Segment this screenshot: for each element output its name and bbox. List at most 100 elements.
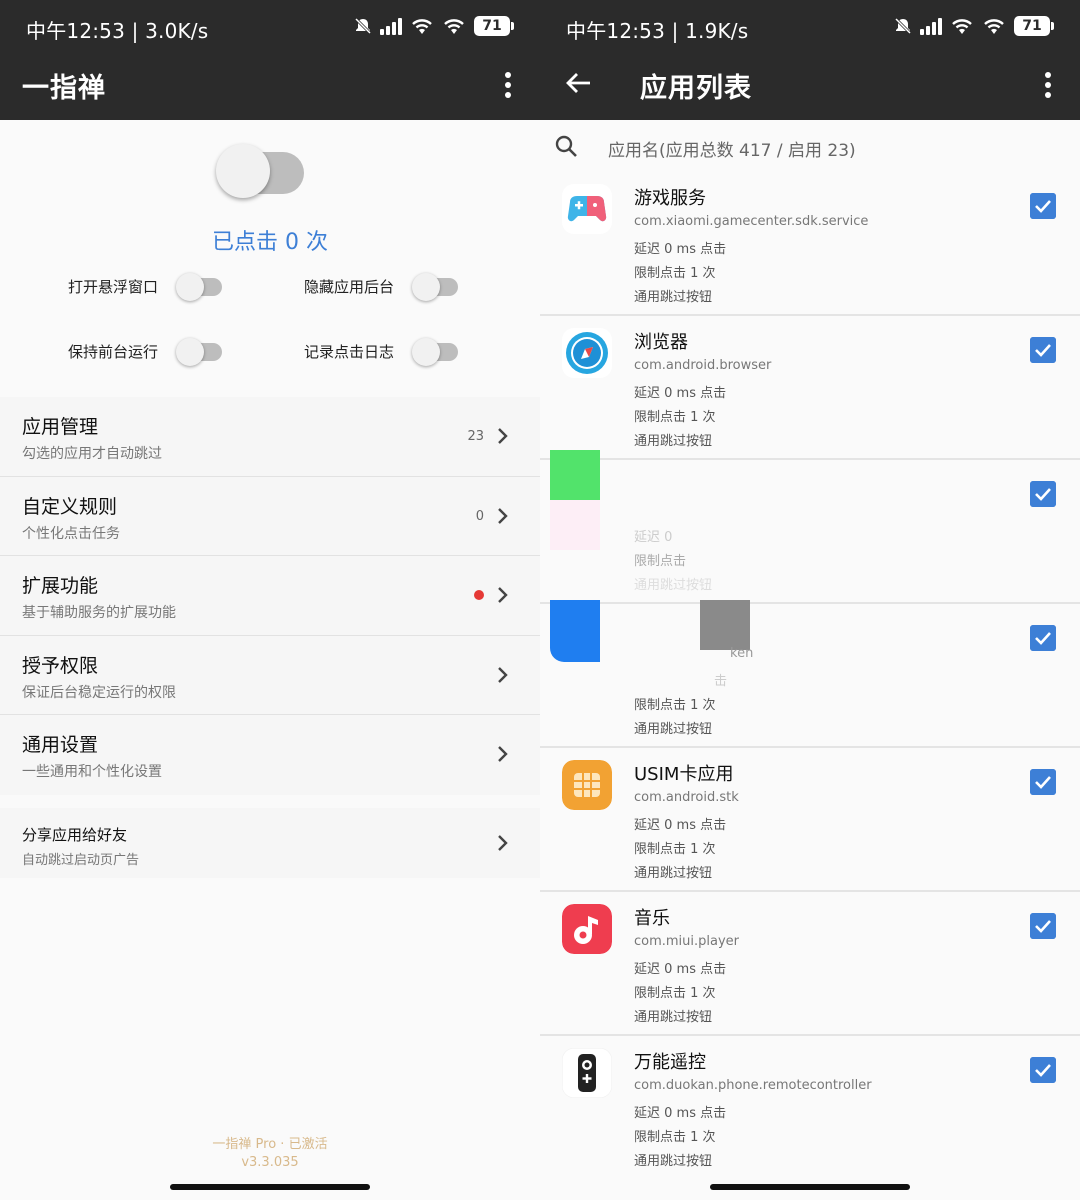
list-item[interactable]: ken 击 限制点击 1 次 通用跳过按钮 <box>540 604 1080 748</box>
control-panel: 已点击 0 次 打开悬浮窗口 隐藏应用后台 保持前台运行 记录点击日志 <box>0 120 540 382</box>
app-checkbox[interactable] <box>1030 193 1056 219</box>
menu-custom-rules[interactable]: 自定义规则 个性化点击任务 0 <box>0 477 540 557</box>
more-vert-icon[interactable] <box>498 70 518 100</box>
share-app-item[interactable]: 分享应用给好友 自动跳过启动页广告 <box>0 808 540 878</box>
app-limit: 限制点击 1 次 <box>634 262 716 281</box>
app-delay: 击 <box>714 670 727 689</box>
arrow-back-icon[interactable] <box>564 68 594 98</box>
home-indicator[interactable] <box>170 1184 370 1190</box>
app-name: 游戏服务 <box>634 184 706 210</box>
wifi-icon <box>950 17 974 35</box>
list-item[interactable]: USIM卡应用 com.android.stk 延迟 0 ms 点击 限制点击 … <box>540 748 1080 892</box>
more-vert-icon[interactable] <box>1038 70 1058 100</box>
app-list: 游戏服务 com.xiaomi.gamecenter.sdk.service 延… <box>540 172 1080 1180</box>
home-indicator[interactable] <box>710 1184 910 1190</box>
app-limit: 限制点击 1 次 <box>634 694 716 713</box>
blurred-app-icon <box>550 450 600 550</box>
list-item[interactable]: 浏览器 com.android.browser 延迟 0 ms 点击 限制点击 … <box>540 316 1080 460</box>
notification-dot <box>474 590 484 600</box>
setting-label: 保持前台运行 <box>68 341 158 362</box>
menu-title: 扩展功能 <box>22 571 98 598</box>
app-name: USIM卡应用 <box>634 760 733 786</box>
menu-permissions[interactable]: 授予权限 保证后台稳定运行的权限 <box>0 636 540 716</box>
app-title: 应用列表 <box>640 66 752 105</box>
app-rule: 通用跳过按钮 <box>634 718 712 737</box>
count-badge: 0 <box>476 509 484 524</box>
wifi-icon <box>442 17 466 35</box>
search-icon <box>554 134 578 158</box>
compass-icon <box>562 328 612 378</box>
app-checkbox[interactable] <box>1030 913 1056 939</box>
share-subtitle: 自动跳过启动页广告 <box>22 849 139 868</box>
status-icons: 71 <box>354 16 510 36</box>
app-checkbox[interactable] <box>1030 1057 1056 1083</box>
app-limit: 限制点击 1 次 <box>634 982 716 1001</box>
chevron-right-icon <box>496 507 510 525</box>
app-limit: 限制点击 <box>634 550 686 569</box>
menu-app-management[interactable]: 应用管理 勾选的应用才自动跳过 23 <box>0 397 540 477</box>
wifi-icon <box>410 17 434 35</box>
settings-menu: 应用管理 勾选的应用才自动跳过 23 自定义规则 个性化点击任务 0 扩展功能 … <box>0 397 540 795</box>
floating-window-switch[interactable] <box>176 273 222 301</box>
menu-title: 应用管理 <box>22 412 98 439</box>
menu-title: 授予权限 <box>22 651 98 678</box>
app-package: com.xiaomi.gamecenter.sdk.service <box>634 214 868 229</box>
chevron-right-icon <box>496 834 510 852</box>
list-item[interactable]: 音乐 com.miui.player 延迟 0 ms 点击 限制点击 1 次 通… <box>540 892 1080 1036</box>
keep-foreground-switch[interactable] <box>176 338 222 366</box>
list-item[interactable]: 万能遥控 com.duokan.phone.remotecontroller 延… <box>540 1036 1080 1180</box>
click-log-switch[interactable] <box>412 338 458 366</box>
app-rule: 通用跳过按钮 <box>634 1150 712 1169</box>
chevron-right-icon <box>496 666 510 684</box>
search-input[interactable]: 应用名(应用总数 417 / 启用 23) <box>608 136 856 161</box>
menu-title: 通用设置 <box>22 730 98 757</box>
app-checkbox[interactable] <box>1030 769 1056 795</box>
list-item[interactable]: 延迟 0 限制点击 通用跳过按钮 <box>540 460 1080 604</box>
app-rule: 通用跳过按钮 <box>634 1006 712 1025</box>
menu-extensions[interactable]: 扩展功能 基于辅助服务的扩展功能 <box>0 556 540 636</box>
list-item[interactable]: 游戏服务 com.xiaomi.gamecenter.sdk.service 延… <box>540 172 1080 316</box>
app-checkbox[interactable] <box>1030 337 1056 363</box>
menu-subtitle: 保证后台稳定运行的权限 <box>22 682 176 702</box>
app-name: 音乐 <box>634 904 670 930</box>
battery-icon: 71 <box>474 16 510 36</box>
app-rule: 通用跳过按钮 <box>634 430 712 449</box>
app-bar: 一指禅 <box>0 54 540 120</box>
menu-title: 自定义规则 <box>22 492 117 519</box>
status-bar: 中午12:53 | 3.0K/s 71 <box>0 0 540 54</box>
app-name: 浏览器 <box>634 328 688 354</box>
app-rule: 通用跳过按钮 <box>634 286 712 305</box>
chevron-right-icon <box>496 427 510 445</box>
search-bar[interactable]: 应用名(应用总数 417 / 启用 23) <box>540 120 1080 172</box>
app-delay: 延迟 0 ms 点击 <box>634 238 726 257</box>
app-delay: 延迟 0 ms 点击 <box>634 814 726 833</box>
setting-label: 记录点击日志 <box>304 341 394 362</box>
app-checkbox[interactable] <box>1030 481 1056 507</box>
hide-recents-switch[interactable] <box>412 273 458 301</box>
status-icons: 71 <box>894 16 1050 36</box>
app-delay: 延迟 0 ms 点击 <box>634 382 726 401</box>
count-badge: 23 <box>467 429 484 444</box>
signal-icon <box>380 17 402 35</box>
menu-subtitle: 个性化点击任务 <box>22 523 120 543</box>
app-delay: 延迟 0 ms 点击 <box>634 1102 726 1121</box>
battery-icon: 71 <box>1014 16 1050 36</box>
menu-subtitle: 勾选的应用才自动跳过 <box>22 443 162 463</box>
app-list-screen: 中午12:53 | 1.9K/s 71 应用列表 应用名(应用总数 417 / … <box>540 0 1080 1200</box>
version-footer: 一指禅 Pro · 已激活 v3.3.035 <box>0 1136 540 1172</box>
menu-general-settings[interactable]: 通用设置 一些通用和个性化设置 <box>0 715 540 795</box>
app-title: 一指禅 <box>22 66 106 105</box>
app-package: com.android.browser <box>634 358 771 373</box>
service-toggle[interactable] <box>216 144 304 202</box>
app-name: 万能遥控 <box>634 1048 706 1074</box>
app-limit: 限制点击 1 次 <box>634 406 716 425</box>
remote-control-icon <box>562 1048 612 1098</box>
app-limit: 限制点击 1 次 <box>634 838 716 857</box>
gamepad-icon <box>562 184 612 234</box>
signal-icon <box>920 17 942 35</box>
click-count: 已点击 0 次 <box>0 224 540 256</box>
app-checkbox[interactable] <box>1030 625 1056 651</box>
menu-subtitle: 一些通用和个性化设置 <box>22 761 162 781</box>
status-time: 中午12:53 | 1.9K/s <box>566 15 748 44</box>
app-delay: 延迟 0 ms 点击 <box>634 958 726 977</box>
